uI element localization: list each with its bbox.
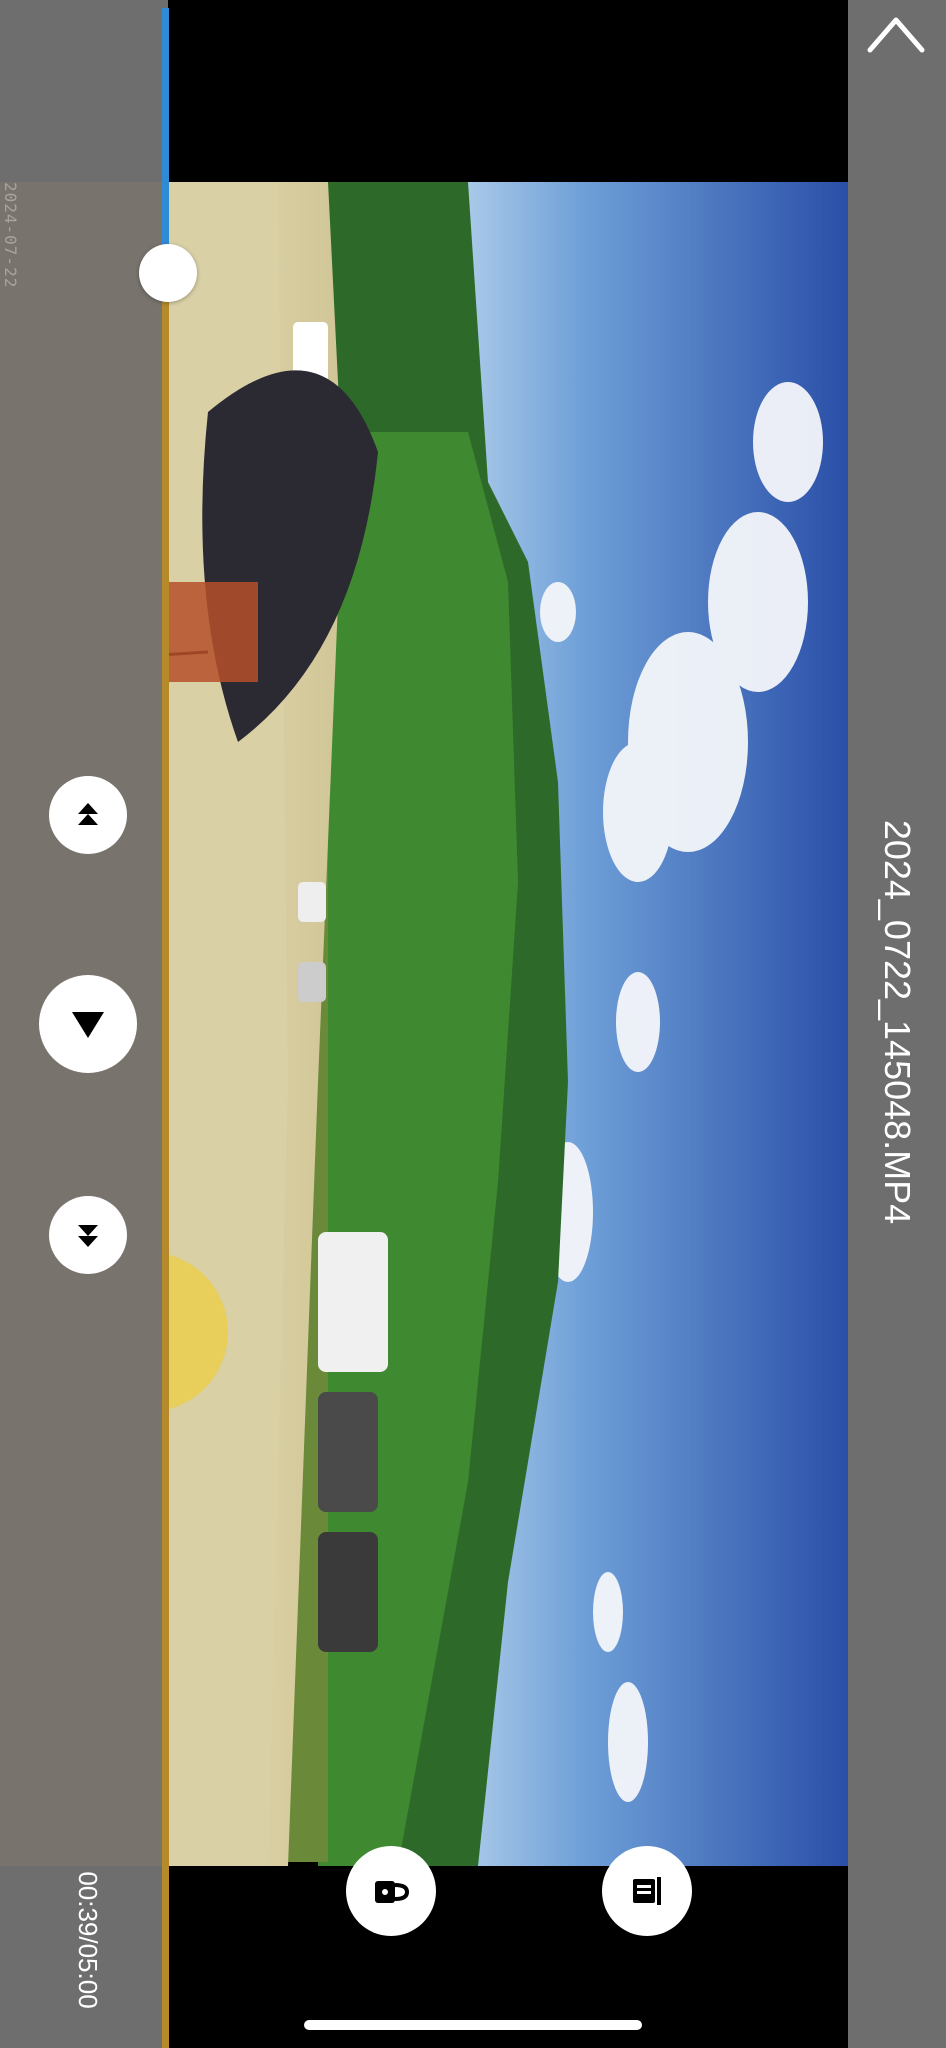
previous-button[interactable] xyxy=(49,776,127,854)
lock-button[interactable] xyxy=(346,1846,436,1936)
lock-icon xyxy=(375,1881,410,1903)
collapse-button[interactable] xyxy=(862,6,930,58)
skip-next-icon xyxy=(78,1225,98,1247)
home-indicator xyxy=(304,2020,642,2030)
delete-icon xyxy=(633,1877,661,1905)
playback-time: 00:39/05:00 xyxy=(73,1871,103,2009)
progress-track[interactable] xyxy=(162,8,169,2048)
video-filename: 2024_0722_145048.MP4 xyxy=(877,819,918,1225)
delete-button[interactable] xyxy=(602,1846,692,1936)
progress-fill xyxy=(162,8,169,273)
chevron-up-icon xyxy=(867,17,925,53)
video-scene xyxy=(168,182,848,1866)
play-icon xyxy=(72,1012,104,1038)
progress-scrubber-handle[interactable] xyxy=(139,244,197,302)
play-button[interactable] xyxy=(39,975,137,1073)
video-frame[interactable] xyxy=(168,182,848,1866)
skip-previous-icon xyxy=(78,803,98,825)
timestamp-watermark: 2024-07-22 14:51:28 xyxy=(0,182,20,289)
next-button[interactable] xyxy=(49,1196,127,1274)
